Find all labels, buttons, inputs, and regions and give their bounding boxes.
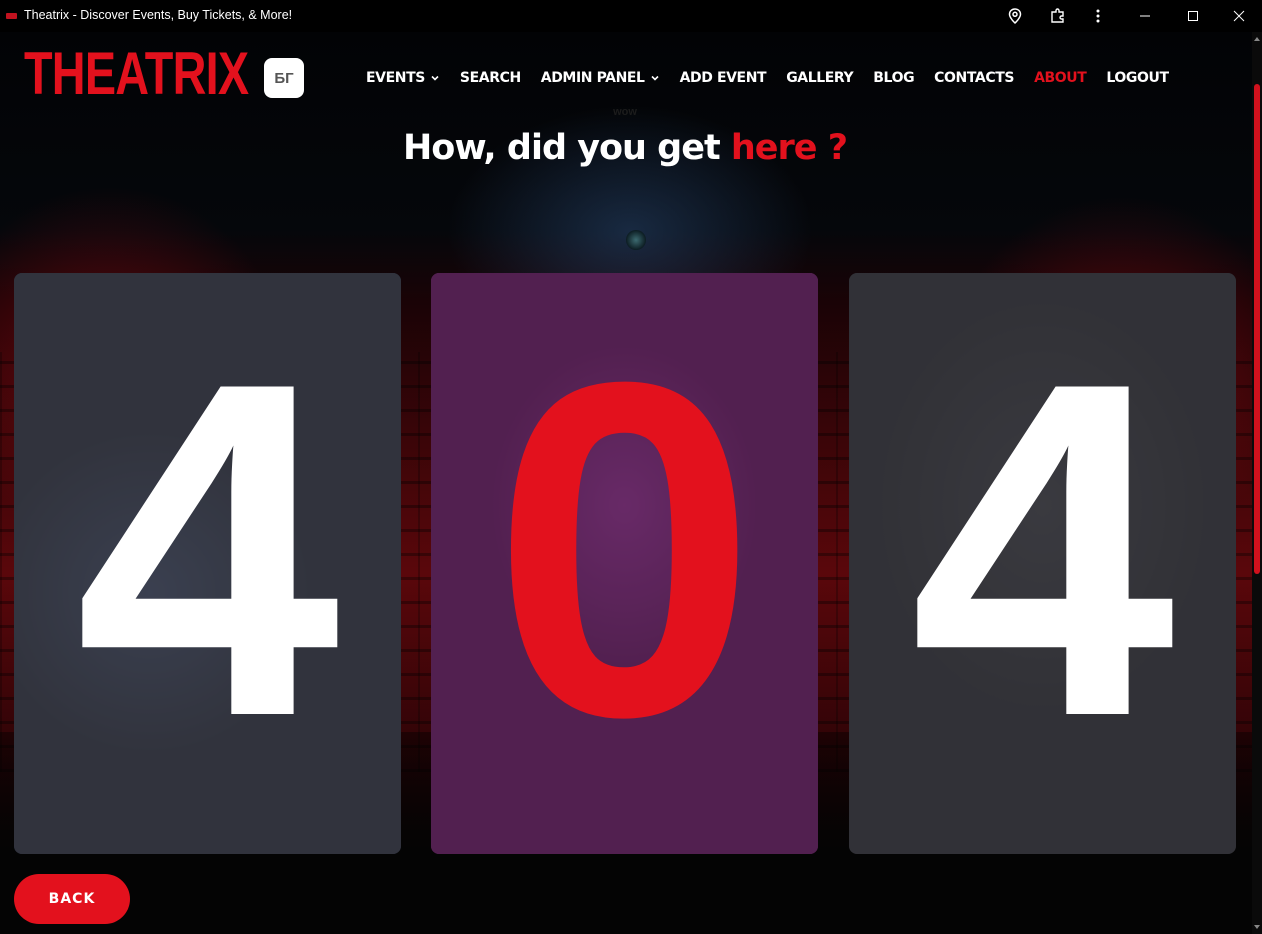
error-card-middle-digit[interactable]: 0 <box>431 273 818 854</box>
window-titlebar: Theatrix - Discover Events, Buy Tickets,… <box>0 0 1262 32</box>
back-button[interactable]: BACK <box>14 874 130 924</box>
nav-label: LOGOUT <box>1106 70 1169 86</box>
close-icon[interactable] <box>1227 4 1251 28</box>
heading-accent: here ? <box>730 128 848 168</box>
nav-label: BLOG <box>873 70 915 86</box>
extension-icon[interactable] <box>1046 4 1070 28</box>
nav-label: SEARCH <box>459 70 521 86</box>
nav-label: EVENTS <box>366 70 425 86</box>
language-switch-button[interactable]: БГ <box>264 58 304 98</box>
logo-text: THEATRIX <box>24 40 249 107</box>
error-card-last-digit[interactable]: 4 <box>849 273 1236 854</box>
nav-item-contacts[interactable]: CONTACTS <box>934 70 1014 86</box>
more-vertical-icon[interactable] <box>1086 4 1110 28</box>
nav-item-admin-panel[interactable]: ADMIN PANEL <box>541 70 660 86</box>
nav-label: ADD EVENT <box>679 70 767 86</box>
window-title: Theatrix - Discover Events, Buy Tickets,… <box>24 8 293 22</box>
nav-label: GALLERY <box>786 70 854 86</box>
nav-label: CONTACTS <box>934 70 1015 86</box>
nav-label: ADMIN PANEL <box>540 70 645 86</box>
error-digit: 0 <box>492 283 757 815</box>
minimize-icon[interactable] <box>1133 4 1157 28</box>
faint-caption: wow <box>613 106 637 118</box>
nav-item-search[interactable]: SEARCH <box>460 70 521 86</box>
nav-item-gallery[interactable]: GALLERY <box>786 70 853 86</box>
chevron-down-icon <box>431 75 439 81</box>
error-digit: 4 <box>910 283 1175 815</box>
chevron-down-icon <box>651 75 659 81</box>
maximize-icon[interactable] <box>1181 4 1205 28</box>
scroll-down-icon[interactable] <box>1254 924 1260 930</box>
scroll-up-icon[interactable] <box>1254 36 1260 42</box>
nav-item-about[interactable]: ABOUT <box>1034 70 1087 86</box>
nav-item-blog[interactable]: BLOG <box>873 70 914 86</box>
error-card-first-digit[interactable]: 4 <box>14 273 401 854</box>
nav-item-add-event[interactable]: ADD EVENT <box>680 70 767 86</box>
scrollbar-thumb[interactable] <box>1254 84 1260 574</box>
error-digit: 4 <box>75 283 340 815</box>
app-icon <box>6 13 17 19</box>
nav-item-logout[interactable]: LOGOUT <box>1106 70 1169 86</box>
stage-light <box>626 230 646 250</box>
location-pin-icon[interactable] <box>1003 4 1027 28</box>
page-heading: How, did you get here ? <box>0 128 1250 168</box>
heading-text: How, did you get <box>402 128 731 168</box>
nav-label: ABOUT <box>1034 70 1087 86</box>
main-nav: EVENTS SEARCH ADMIN PANEL ADD EVENT GALL… <box>366 68 1189 88</box>
nav-item-events[interactable]: EVENTS <box>366 70 440 86</box>
